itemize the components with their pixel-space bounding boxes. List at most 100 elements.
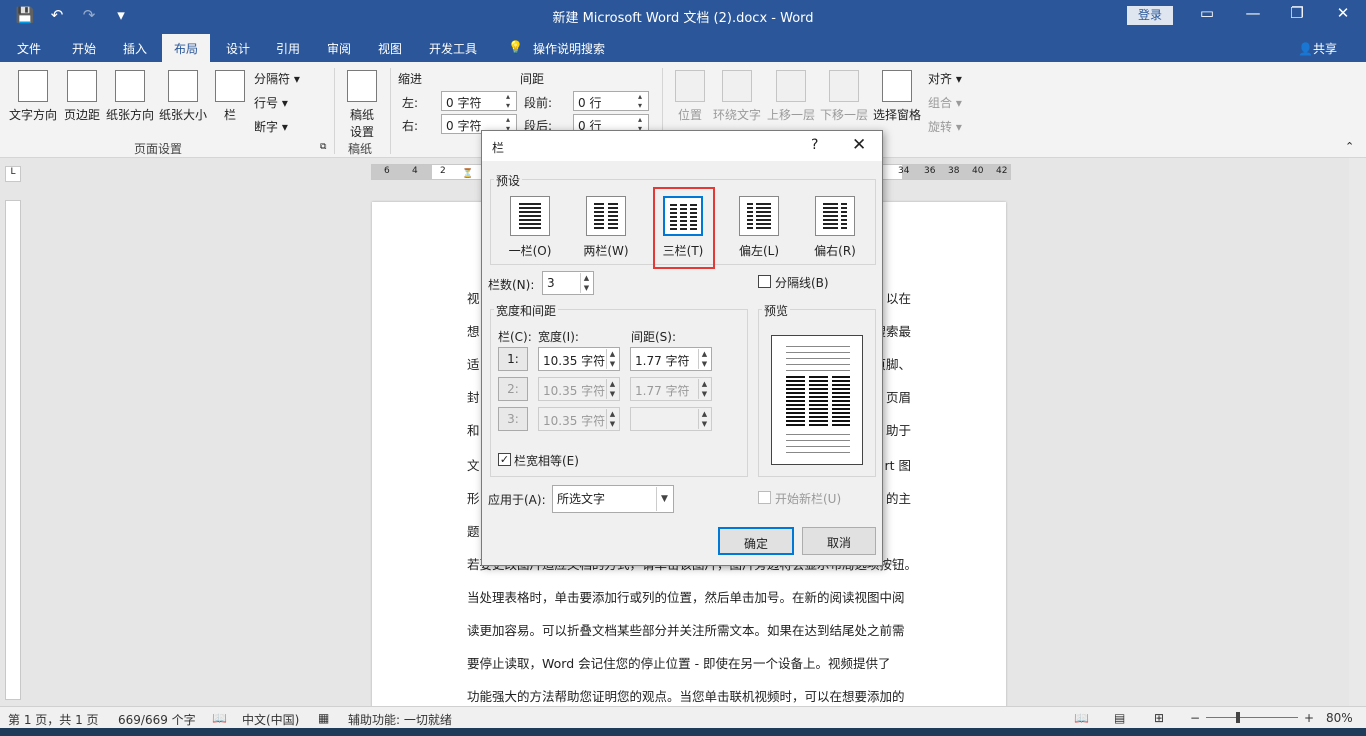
column-spacing-value: 1.77 字符 [635,384,690,398]
wrap-text-button[interactable]: 环绕文字 [711,70,763,123]
zoom-out-icon[interactable]: − [1190,711,1200,725]
preset-one-label: 一栏(O) [508,244,552,258]
spinner-icon[interactable]: ▲ ▼ [698,349,710,369]
column-width-input[interactable]: 10.35 字符 ▲ ▼ [538,347,620,371]
paper-size-icon [168,70,198,102]
page-text-fragment: 封 [467,390,480,405]
language-indicator[interactable]: 中文(中国) [242,711,299,728]
column-width-input[interactable]: 10.35 字符 ▲ ▼ [538,407,620,431]
selection-pane-button[interactable]: 选择窗格 [871,70,923,123]
zoom-slider-thumb[interactable] [1236,712,1240,723]
preset-one-column[interactable] [510,196,550,236]
collapse-ribbon-icon[interactable]: ⌃ [1345,140,1354,153]
ok-button[interactable]: 确定 [718,527,794,555]
manuscript-label: 稿纸 设置 [349,108,374,139]
column-spacing-input[interactable]: 1.77 字符 ▲ ▼ [630,347,712,371]
tab-layout[interactable]: 布局 [162,34,211,62]
send-backward-label: 下移一层 [819,108,868,122]
start-new-column-checkbox[interactable] [758,491,771,504]
orientation-button[interactable]: 纸张方向 [104,70,156,123]
word-count[interactable]: 669/669 个字 [118,711,196,728]
page-count[interactable]: 第 1 页，共 1 页 [8,711,99,728]
zoom-slider[interactable] [1206,717,1298,718]
proofing-icon[interactable]: 📖 [212,711,227,725]
apply-to-label: 应用于(A): [488,493,546,507]
tab-review[interactable]: 审阅 [327,40,351,57]
columns-count-input[interactable]: 3 ▲ ▼ [542,271,594,295]
cancel-button[interactable]: 取消 [802,527,876,555]
macro-icon[interactable]: ▦ [318,711,329,725]
share-button[interactable]: 👤共享 [1298,40,1337,57]
spinner-icon[interactable]: ▲ ▼ [606,379,618,399]
preset-left[interactable] [739,196,779,236]
spinner-icon[interactable]: ▲ ▼ [606,409,618,429]
preview-line [786,446,850,447]
tab-selector-icon[interactable]: L [5,166,21,182]
preset-right[interactable] [815,196,855,236]
margins-button[interactable]: 页边距 [62,70,102,123]
send-backward-button[interactable]: 下移一层 [818,70,870,123]
breaks-button[interactable]: 分隔符 ▾ [254,70,300,87]
manuscript-button[interactable]: 稿纸 设置 [344,70,380,140]
tab-view[interactable]: 视图 [378,40,402,57]
dialog-close-icon[interactable]: ✕ [852,135,866,155]
text-direction-button[interactable]: 文字方向 [8,70,58,123]
dialog-launcher-icon[interactable]: ⧉ [320,142,326,152]
dialog-title-bar: 栏 ? ✕ [482,131,882,161]
spinner-icon[interactable]: ▲ ▼ [698,379,710,399]
line-between-checkbox[interactable] [758,275,771,288]
preview-column [832,376,850,428]
spacing-before-input[interactable]: 0 行 [573,91,649,111]
indent-left-input[interactable]: 0 字符 [441,91,517,111]
orientation-label: 纸张方向 [105,108,154,122]
equal-width-checkbox[interactable]: ✓ [498,453,511,466]
login-button[interactable]: 登录 [1127,6,1173,25]
send-backward-icon [829,70,859,102]
minimize-icon[interactable]: — [1230,4,1276,22]
tab-insert[interactable]: 插入 [123,40,147,57]
line-numbers-button[interactable]: 行号 ▾ [254,94,288,111]
web-layout-icon[interactable]: ⊞ [1154,711,1164,725]
apply-to-select[interactable]: 所选文字 ▼ [552,485,674,513]
columns-button[interactable]: 栏 [214,70,246,123]
status-bar: 第 1 页，共 1 页 669/669 个字 📖 中文(中国) ▦ 辅助功能: … [0,706,1366,728]
tab-design[interactable]: 设计 [226,40,250,57]
group-button[interactable]: 组合 ▾ [928,94,962,111]
size-button[interactable]: 纸张大小 [157,70,209,123]
preview-line [786,346,850,347]
chevron-down-icon[interactable]: ▼ [656,487,672,511]
tab-file[interactable]: 文件 [17,40,41,57]
position-button[interactable]: 位置 [674,70,706,123]
tab-references[interactable]: 引用 [276,40,300,57]
column-spacing-input[interactable]: ▲ ▼ [630,407,712,431]
vertical-ruler[interactable] [5,200,21,700]
rotate-button[interactable]: 旋转 ▾ [928,118,962,135]
columns-count-value: 3 [547,276,555,290]
align-button[interactable]: 对齐 ▾ [928,70,962,87]
indent-marker-icon[interactable]: ⏳ [462,169,473,179]
zoom-level[interactable]: 80% [1326,711,1353,725]
spinner-icon[interactable]: ▲ ▼ [580,273,592,293]
restore-icon[interactable]: ❐ [1274,4,1320,22]
help-icon[interactable]: ? [811,137,818,153]
tab-home[interactable]: 开始 [72,40,96,57]
vertical-scrollbar[interactable] [1349,158,1366,706]
close-icon[interactable]: ✕ [1320,4,1366,22]
print-layout-icon[interactable]: ▤ [1114,711,1125,725]
read-mode-icon[interactable]: 📖 [1074,711,1089,725]
width-header: 宽度(I): [538,330,579,344]
ribbon-display-icon[interactable]: ▭ [1184,4,1230,22]
hyphenation-button[interactable]: 断字 ▾ [254,118,288,135]
tab-developer[interactable]: 开发工具 [429,40,477,57]
dialog-title: 栏 [492,141,505,155]
column-spacing-input[interactable]: 1.77 字符 ▲ ▼ [630,377,712,401]
tell-me-search[interactable]: 操作说明搜索 [533,40,605,57]
spinner-icon[interactable]: ▲ ▼ [698,409,710,429]
preset-two-columns[interactable] [586,196,626,236]
zoom-in-icon[interactable]: + [1304,711,1314,725]
accessibility-status[interactable]: 辅助功能: 一切就绪 [348,711,452,728]
column-width-input[interactable]: 10.35 字符 ▲ ▼ [538,377,620,401]
bring-forward-button[interactable]: 上移一层 [765,70,817,123]
spinner-icon[interactable]: ▲ ▼ [606,349,618,369]
ruler-tick: 6 [384,166,390,176]
